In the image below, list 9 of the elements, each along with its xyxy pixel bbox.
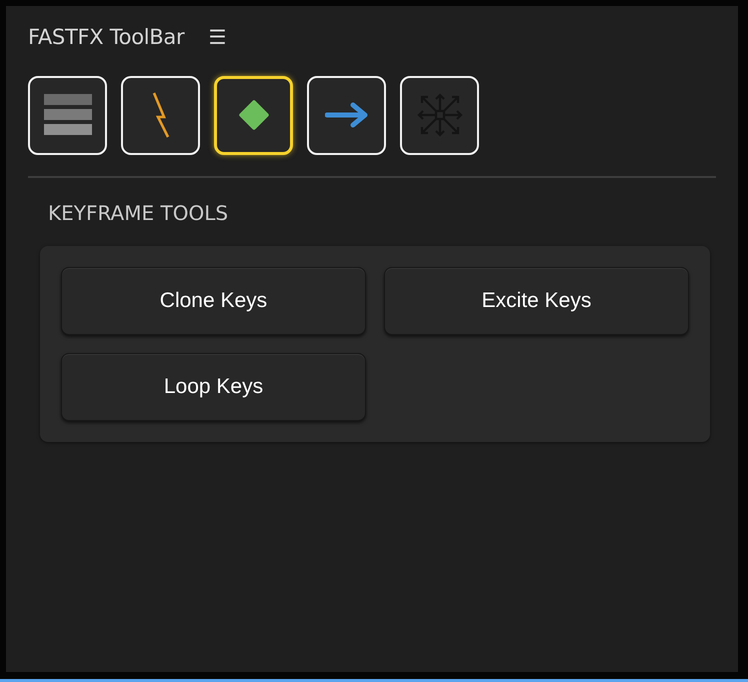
arrow-icon: [324, 102, 368, 128]
panel-title: FASTFX ToolBar: [28, 24, 184, 51]
bars-icon: [44, 94, 92, 136]
section-title: KEYFRAME TOOLS: [48, 200, 230, 226]
action-button[interactable]: Loop Keys: [61, 352, 366, 420]
action-button[interactable]: Excite Keys: [384, 266, 689, 334]
menu-icon[interactable]: ☰: [208, 28, 226, 48]
tool-button[interactable]: [214, 76, 293, 154]
action-button[interactable]: Clone Keys: [61, 266, 366, 334]
